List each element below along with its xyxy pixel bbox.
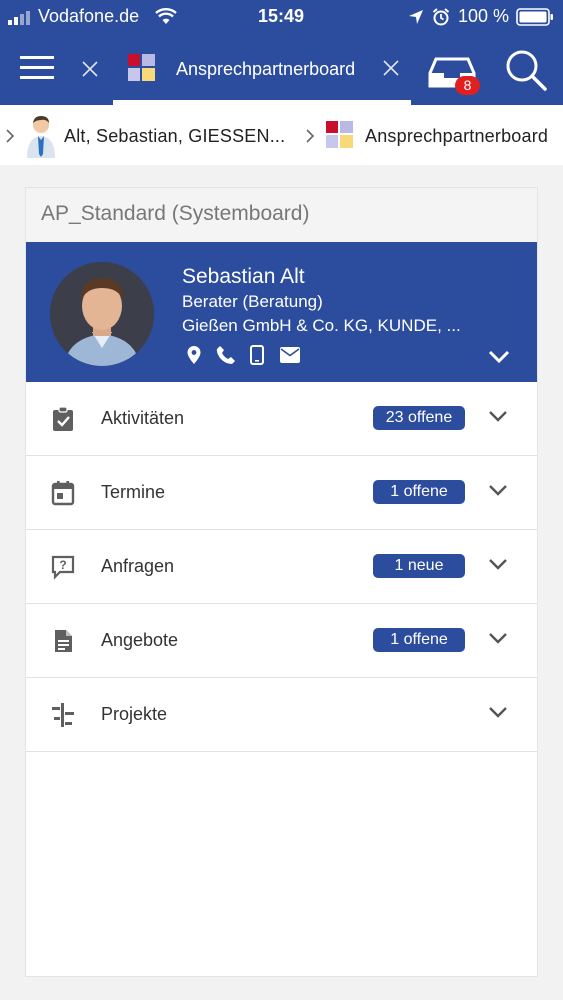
- search-icon[interactable]: [504, 48, 548, 92]
- breadcrumb-person[interactable]: Alt, Sebastian, GIESSEN...: [22, 105, 292, 165]
- nav-bar: Ansprechpartnerboard 8: [0, 34, 563, 105]
- count-badge: 1 neue: [373, 554, 465, 578]
- chevron-down-icon[interactable]: [488, 410, 508, 422]
- location-pin-icon[interactable]: [186, 345, 202, 365]
- breadcrumb: Alt, Sebastian, GIESSEN... Ansprechpartn…: [0, 105, 563, 165]
- battery-percent: 100 %: [458, 6, 510, 26]
- section-label: Anfragen: [101, 556, 175, 576]
- section-row-projekte[interactable]: Projekte: [26, 678, 537, 752]
- phone-icon[interactable]: [216, 345, 236, 365]
- count-badge: 1 offene: [373, 628, 465, 652]
- count-badge: 23 offene: [373, 406, 465, 430]
- chevron-down-icon[interactable]: [488, 706, 508, 718]
- app-header: Vodafone.de 15:49 100 % Ansprechpartnerb…: [0, 0, 563, 105]
- battery-icon: [516, 8, 553, 26]
- clock-time: 15:49: [258, 6, 305, 26]
- close-tab-icon[interactable]: [81, 60, 99, 78]
- question-bubble-icon: ?: [51, 555, 75, 580]
- svg-text:?: ?: [59, 558, 66, 572]
- mobile-phone-icon[interactable]: [250, 345, 264, 365]
- chevron-right-icon: [6, 129, 15, 143]
- contact-name: Sebastian Alt: [182, 265, 305, 288]
- hamburger-menu-icon[interactable]: [20, 55, 56, 81]
- document-icon: [55, 630, 72, 652]
- person-avatar-icon: [27, 116, 55, 158]
- calendar-icon: [51, 481, 75, 506]
- expand-contact-chevron-icon[interactable]: [488, 350, 510, 364]
- count-badge: 1 offene: [373, 480, 465, 504]
- section-row-aktivitaeten[interactable]: Aktivitäten 23 offene: [26, 382, 537, 456]
- contact-header: Sebastian Alt Berater (Beratung) Gießen …: [26, 242, 537, 382]
- status-bar: Vodafone.de 15:49 100 %: [0, 0, 563, 34]
- contact-role: Berater (Beratung): [182, 292, 323, 311]
- board-icon: [128, 54, 155, 81]
- location-arrow-icon: [409, 10, 423, 24]
- chevron-down-icon[interactable]: [488, 632, 508, 644]
- contact-avatar: [50, 262, 154, 366]
- chevron-down-icon[interactable]: [488, 484, 508, 496]
- signal-icon: [8, 11, 30, 25]
- section-label: Termine: [101, 482, 166, 502]
- section-label: Aktivitäten: [101, 408, 185, 428]
- project-timeline-icon: [52, 703, 74, 727]
- section-label: Projekte: [101, 704, 168, 724]
- section-label: Angebote: [101, 630, 179, 650]
- contact-company: Gießen GmbH & Co. KG, KUNDE, ...: [182, 316, 461, 335]
- board-icon: [326, 121, 353, 148]
- breadcrumb-person-label: Alt, Sebastian, GIESSEN...: [64, 126, 286, 146]
- tab-ansprechpartnerboard[interactable]: Ansprechpartnerboard: [113, 34, 411, 105]
- board-title: AP_Standard (Systemboard): [41, 202, 310, 225]
- notification-badge: 8: [455, 76, 480, 95]
- breadcrumb-board-label: Ansprechpartnerboard: [365, 126, 549, 146]
- clipboard-check-icon: [53, 406, 73, 431]
- tab-title: Ansprechpartnerboard: [176, 59, 356, 79]
- wifi-icon: [155, 8, 177, 24]
- email-icon[interactable]: [280, 347, 300, 363]
- section-row-angebote[interactable]: Angebote 1 offene: [26, 604, 537, 678]
- chevron-right-icon: [306, 129, 315, 143]
- breadcrumb-board[interactable]: Ansprechpartnerboard: [322, 105, 563, 165]
- alarm-icon: [432, 8, 450, 26]
- person-photo-icon: [50, 262, 154, 366]
- close-tab-icon[interactable]: [382, 59, 400, 77]
- section-row-anfragen[interactable]: ? Anfragen 1 neue: [26, 530, 537, 604]
- section-row-termine[interactable]: Termine 1 offene: [26, 456, 537, 530]
- inbox-button[interactable]: 8: [428, 50, 484, 96]
- board-card: AP_Standard (Systemboard) Sebastian Alt …: [25, 187, 538, 977]
- carrier-label: Vodafone.de: [38, 6, 140, 26]
- board-title-bar: AP_Standard (Systemboard): [26, 188, 537, 242]
- chevron-down-icon[interactable]: [488, 558, 508, 570]
